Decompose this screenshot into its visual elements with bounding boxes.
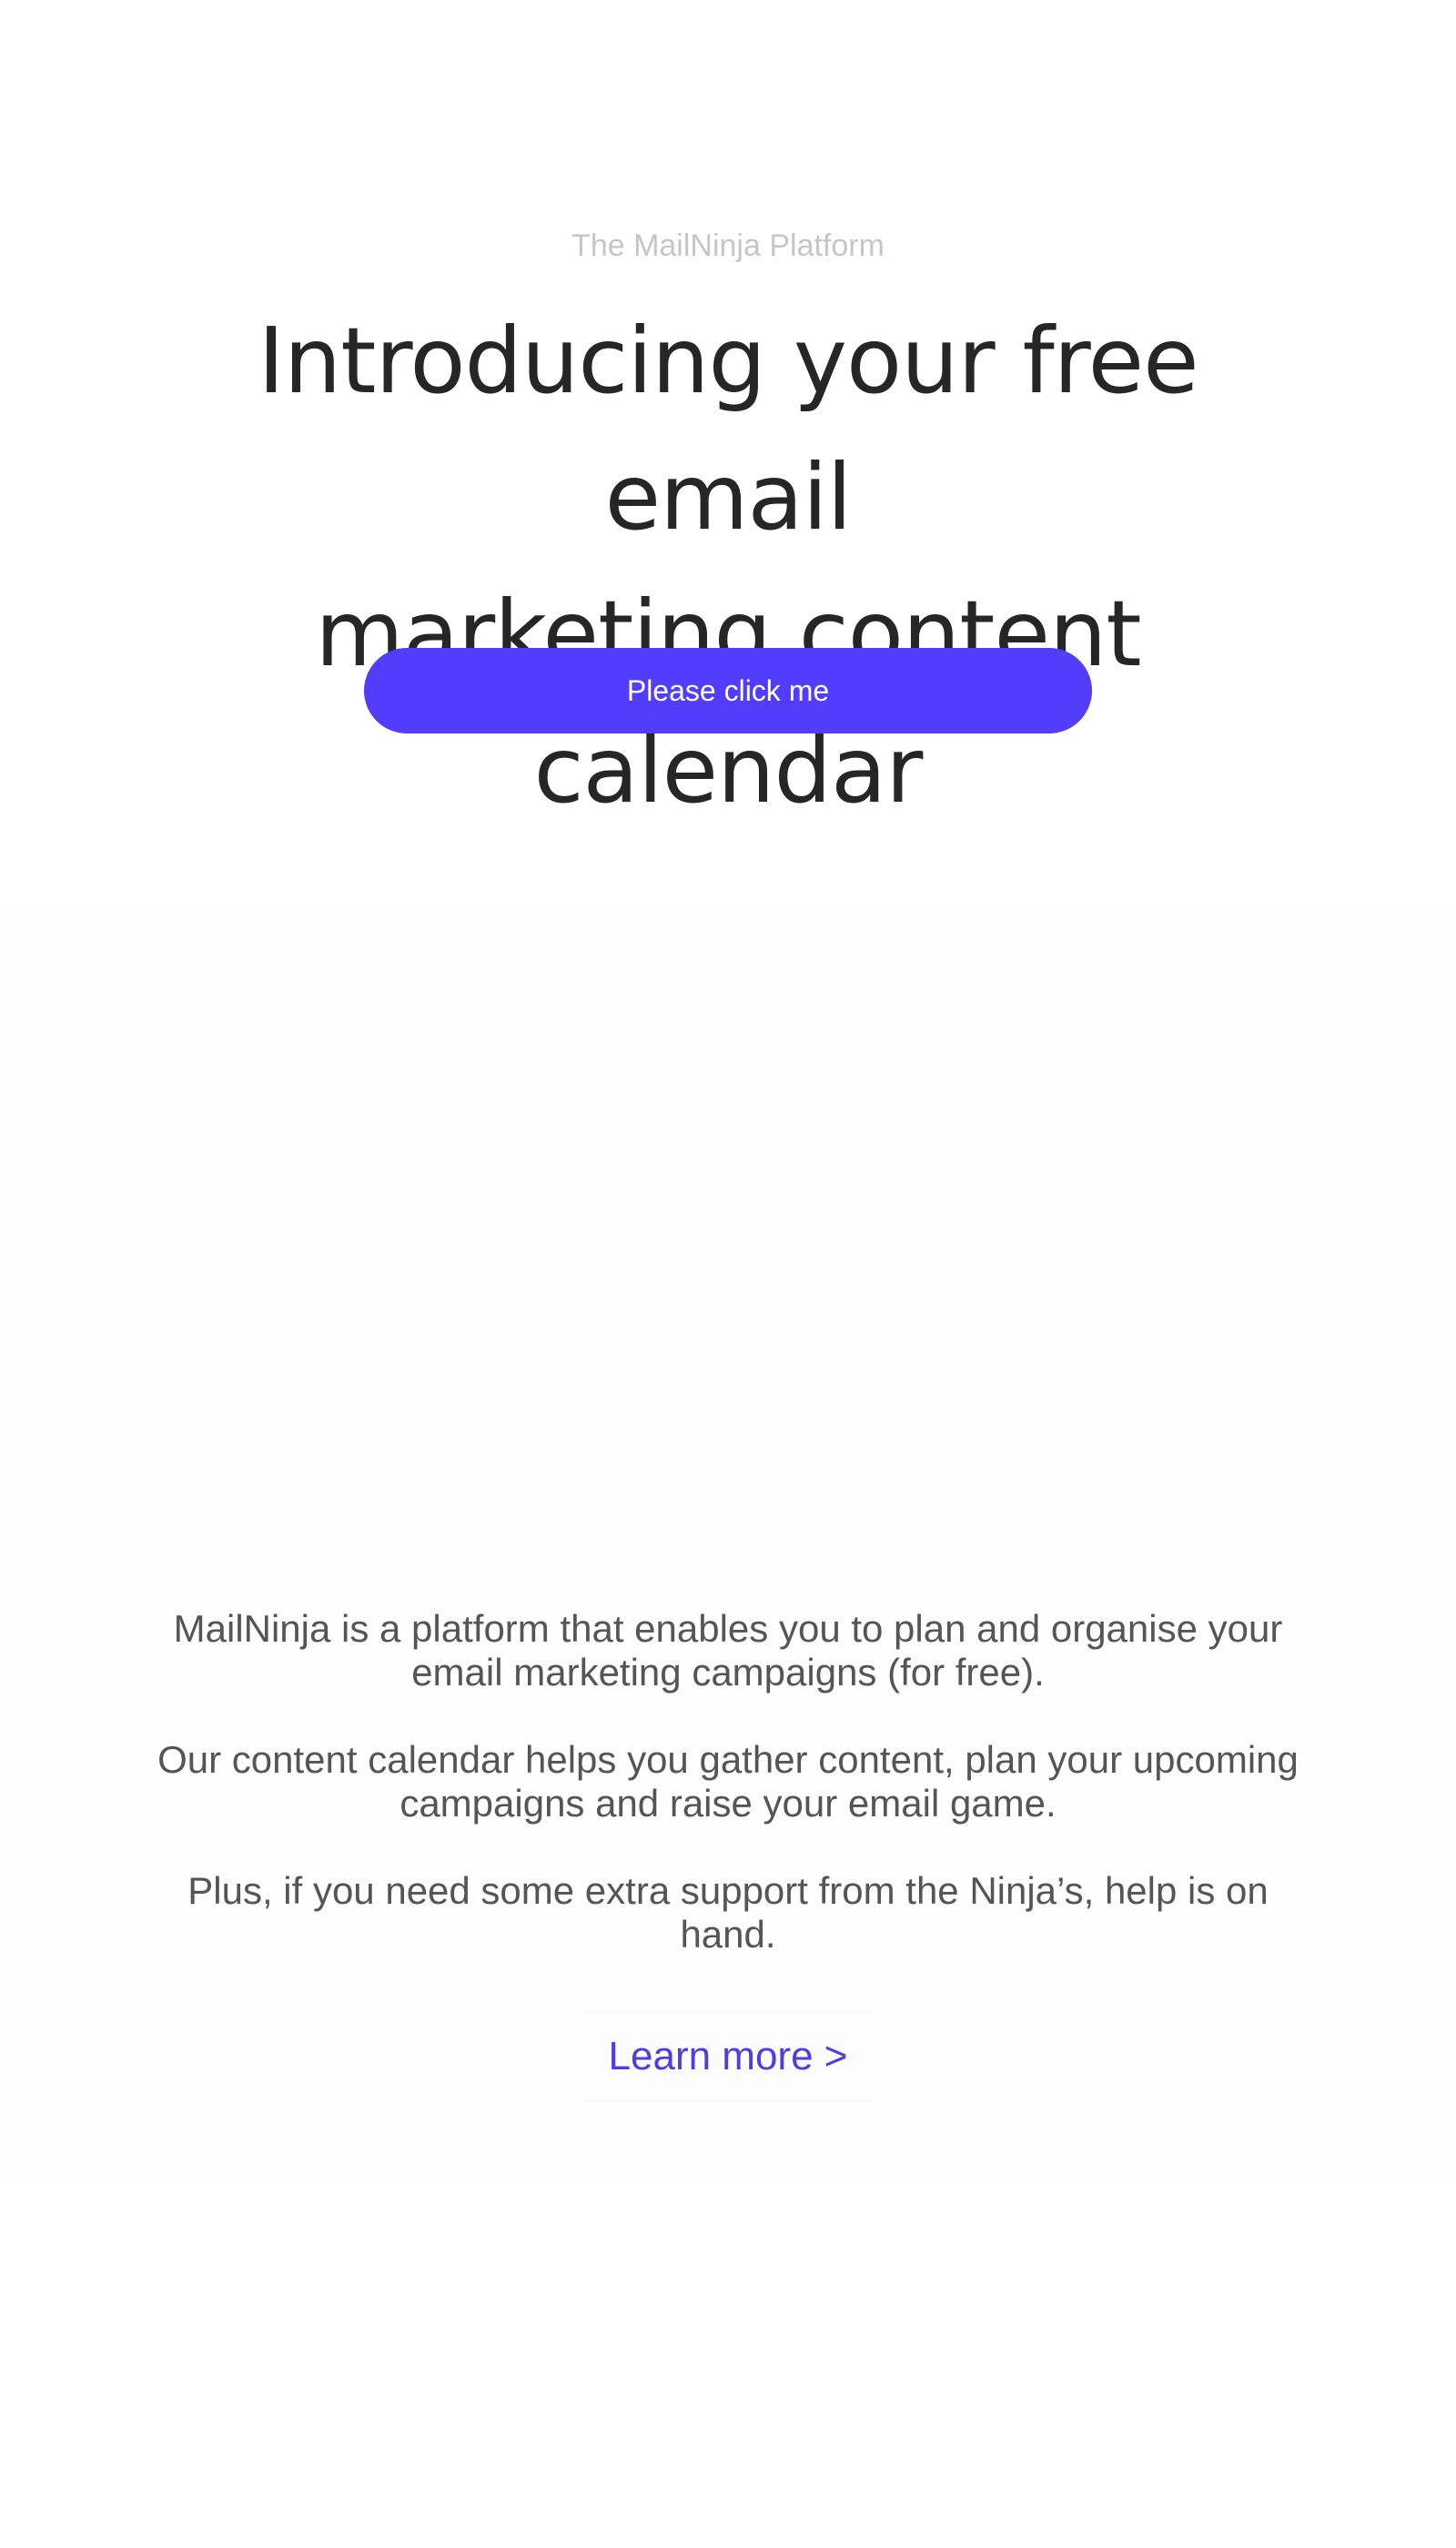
support-paragraph: Plus, if you need some extra support fro… <box>187 1869 1269 1956</box>
page-title: Introducing your free email marketing co… <box>136 293 1320 839</box>
hero-section: The MailNinja Platform Introducing your … <box>0 0 1456 910</box>
cta-button[interactable]: Please click me <box>364 648 1092 733</box>
info-section: MailNinja is a platform that enables you… <box>0 910 1456 2184</box>
page-title-line-1: Introducing your free email <box>258 308 1198 551</box>
learn-more-container: Learn more > <box>582 2011 874 2102</box>
intro-paragraph: MailNinja is a platform that enables you… <box>173 1607 1283 1694</box>
calendar-paragraph: Our content calendar helps you gather co… <box>157 1738 1299 1825</box>
platform-eyebrow: The MailNinja Platform <box>571 228 885 263</box>
learn-more-link[interactable]: Learn more > <box>582 2011 874 2102</box>
